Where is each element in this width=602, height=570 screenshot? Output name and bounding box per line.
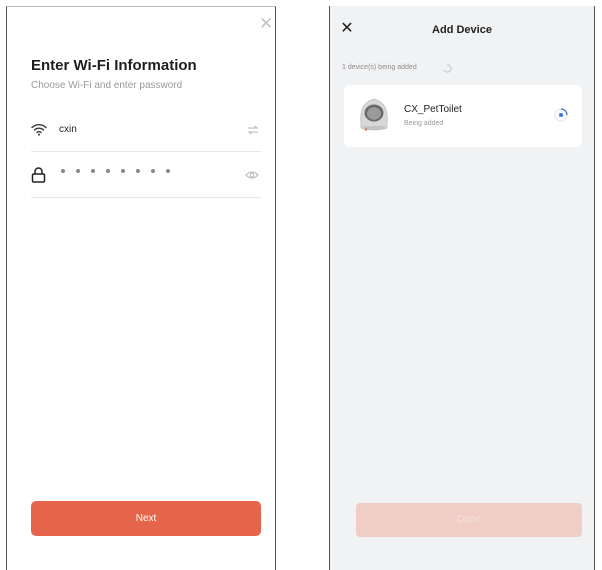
eye-icon[interactable] <box>245 170 259 180</box>
lock-icon <box>31 167 46 183</box>
password-field[interactable] <box>31 160 261 198</box>
device-name: CX_PetToilet <box>404 104 462 115</box>
add-device-screen: ✕ Add Device 1 device(s) being added CX_… <box>329 6 595 570</box>
password-masked-value <box>61 169 170 173</box>
wifi-icon <box>31 123 47 136</box>
header: ✕ Add Device <box>330 6 594 54</box>
close-icon[interactable]: ✕ <box>259 16 273 33</box>
device-card: CX_PetToilet Being added <box>344 85 582 147</box>
page-subtitle: Choose Wi-Fi and enter password <box>31 80 183 91</box>
ssid-value: cxin <box>59 124 77 135</box>
loading-spinner-icon <box>443 64 452 73</box>
wifi-info-screen: ✕ Enter Wi-Fi Information Choose Wi-Fi a… <box>6 6 276 570</box>
page-title: Enter Wi-Fi Information <box>31 57 197 74</box>
next-button[interactable]: Next <box>31 501 261 536</box>
adding-status-text: 1 device(s) being added <box>342 64 417 71</box>
pet-toilet-device-icon <box>360 98 388 131</box>
progress-spinner-icon <box>554 108 568 122</box>
page-title: Add Device <box>432 24 492 36</box>
ssid-field[interactable]: cxin <box>31 116 261 152</box>
done-button[interactable]: Done <box>356 503 582 537</box>
switch-network-icon[interactable] <box>247 125 259 135</box>
device-status: Being added <box>404 120 444 127</box>
